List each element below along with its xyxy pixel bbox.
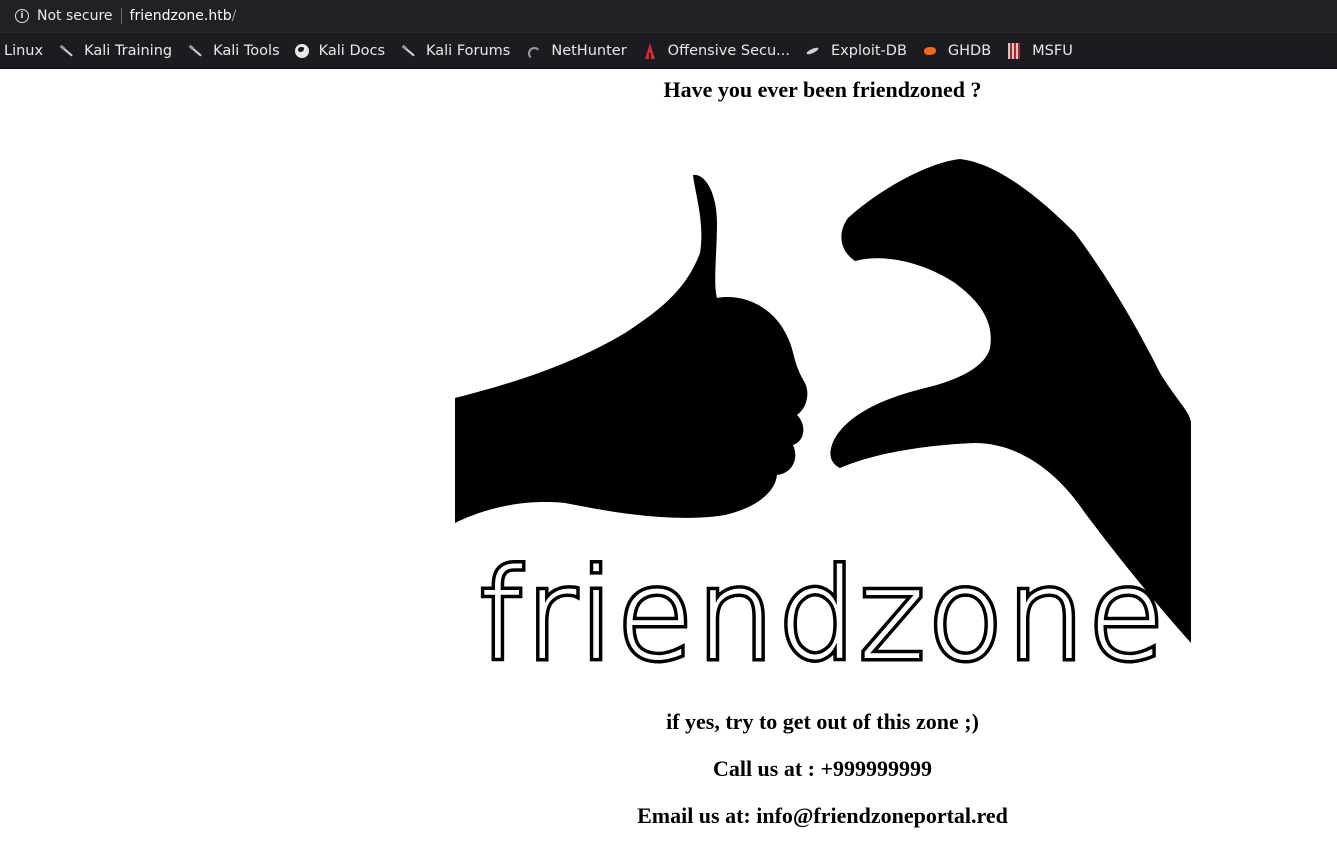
security-label[interactable]: Not secure <box>37 8 113 24</box>
bookmark-kali-docs[interactable]: Kali Docs <box>294 42 386 59</box>
bookmark-label: Kali Tools <box>213 42 280 59</box>
url-host: friendzone.htb <box>129 8 232 24</box>
bookmark-linux[interactable]: Linux <box>4 43 43 59</box>
bookmark-kali-tools[interactable]: Kali Tools <box>187 43 280 59</box>
ghdb-icon <box>922 43 938 59</box>
bookmark-label: NetHunter <box>551 42 627 59</box>
bookmark-label: Linux <box>4 42 44 59</box>
friendzone-hero-image: friendzone <box>455 123 1191 688</box>
bookmark-ghdb[interactable]: GHDB <box>922 43 991 59</box>
hands-illustration: friendzone <box>455 159 1191 688</box>
bookmark-nethunter[interactable]: NetHunter <box>525 42 627 60</box>
kali-dragon-icon <box>58 43 74 59</box>
page-heading: Have you ever been friendzoned ? <box>663 77 982 102</box>
call-text: Call us at : +999999999 <box>712 756 933 781</box>
bookmark-kali-training[interactable]: Kali Training <box>58 43 172 59</box>
globe-icon <box>294 43 309 58</box>
msfu-icon <box>1006 42 1022 59</box>
offensive-security-icon <box>642 42 658 59</box>
url-separator <box>120 8 122 24</box>
bookmark-label: GHDB <box>947 42 992 59</box>
url-text[interactable]: friendzone.htb/ <box>130 8 237 24</box>
hero-wordmark: friendzone <box>479 544 1168 688</box>
nethunter-icon <box>525 43 542 60</box>
bookmark-kali-forums[interactable]: Kali Forums <box>400 43 510 59</box>
tagline-text: if yes, try to get out of this zone ;) <box>666 709 979 734</box>
email-text: Email us at: info@friendzoneportal.red <box>637 803 1008 828</box>
bookmark-offensive-security[interactable]: Offensive Secu... <box>642 42 790 59</box>
page-content: Have you ever been friendzoned ? friendz… <box>0 69 1337 867</box>
info-icon[interactable]: i <box>15 9 29 23</box>
bookmarks-toolbar: Linux Kali Training Kali Tools Kali Docs… <box>0 33 1337 69</box>
browser-chrome: i Not secure friendzone.htb/ Linux Kali … <box>0 0 1337 69</box>
bookmark-label: MSFU <box>1032 42 1073 59</box>
thumbs-up-hand <box>455 174 808 523</box>
bookmark-label: Offensive Secu... <box>667 42 790 59</box>
exploit-db-icon <box>805 43 821 59</box>
bookmark-msfu[interactable]: MSFU <box>1006 42 1073 59</box>
kali-dragon-icon <box>400 43 416 59</box>
bookmark-exploit-db[interactable]: Exploit-DB <box>805 43 907 59</box>
bookmark-label: Exploit-DB <box>831 42 907 59</box>
bookmark-label: Kali Forums <box>426 42 511 59</box>
address-bar[interactable]: i Not secure friendzone.htb/ <box>0 0 1337 33</box>
bookmark-label: Kali Training <box>84 42 173 59</box>
kali-dragon-icon <box>187 43 203 59</box>
bookmark-label: Kali Docs <box>318 42 386 59</box>
url-path: / <box>231 8 237 24</box>
